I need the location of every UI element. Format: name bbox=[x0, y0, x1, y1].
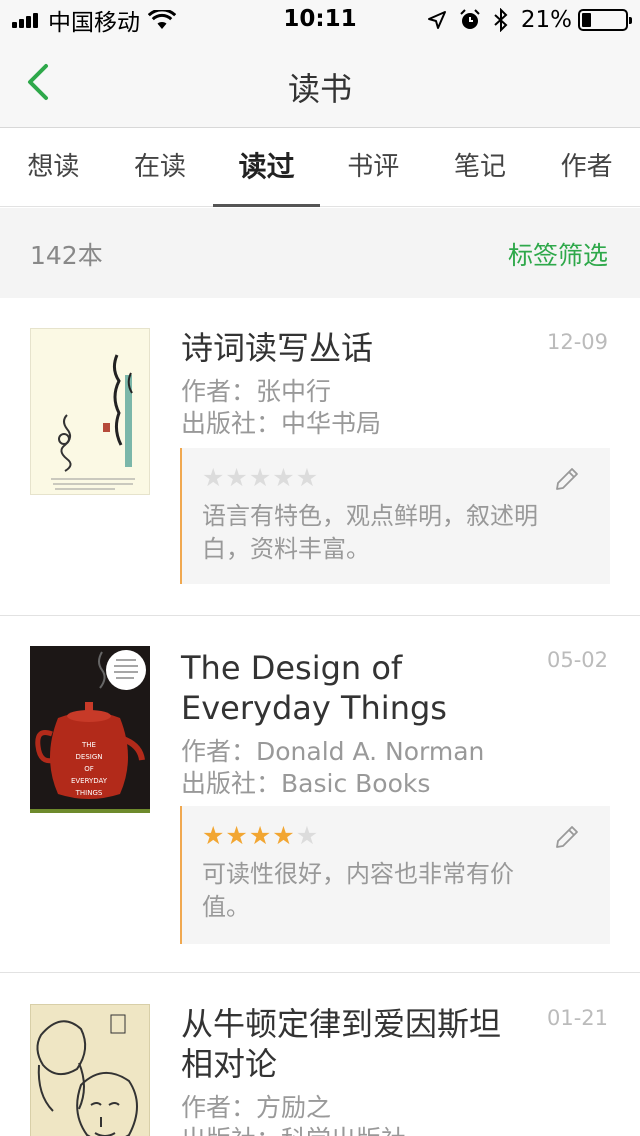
star-icon: ★ bbox=[225, 463, 248, 492]
read-date: 12-09 bbox=[546, 330, 608, 354]
book-count: 142本 bbox=[30, 241, 103, 270]
tab-want-to-read[interactable]: 想读 bbox=[0, 129, 107, 207]
location-arrow-icon bbox=[427, 11, 446, 29]
edit-pencil-icon[interactable] bbox=[554, 824, 580, 850]
review-text: 可读性很好，内容也非常有价值。 bbox=[202, 860, 514, 921]
tab-read[interactable]: 读过 bbox=[213, 129, 320, 207]
tab-authors[interactable]: 作者 bbox=[533, 129, 640, 207]
review-card[interactable]: ★ ★ ★ ★ ★ 语言有特色，观点鲜明，叙述明白，资料丰富。 bbox=[180, 448, 610, 584]
svg-text:OF: OF bbox=[84, 765, 94, 773]
book-author: 作者：张中行 bbox=[181, 377, 332, 406]
book-publisher: 出版社：科学出版社 bbox=[181, 1124, 406, 1136]
book-publisher: 出版社：Basic Books bbox=[181, 769, 431, 798]
svg-text:DESIGN: DESIGN bbox=[76, 753, 103, 761]
book-title: 从牛顿定律到爱因斯坦相对论 bbox=[181, 1005, 502, 1083]
book-item[interactable]: 从牛顿定律到爱因斯坦相对论 01-21 作者：方励之 出版社：科学出版社 bbox=[0, 974, 640, 1136]
page-title: 读书 bbox=[287, 70, 352, 108]
edit-pencil-icon[interactable] bbox=[554, 466, 580, 492]
battery-percent: 21% bbox=[520, 7, 572, 33]
book-item[interactable]: 诗词读写丛话 12-09 作者：张中行 出版社：中华书局 ★ ★ ★ ★ ★ 语… bbox=[0, 298, 640, 616]
read-date: 01-21 bbox=[546, 1006, 608, 1030]
star-icon: ★ bbox=[272, 463, 295, 492]
book-cover bbox=[30, 328, 150, 495]
review-text: 语言有特色，观点鲜明，叙述明白，资料丰富。 bbox=[202, 502, 538, 563]
star-icon: ★ bbox=[202, 463, 225, 492]
book-title: The Design of Everyday Things bbox=[181, 649, 447, 727]
tab-notes[interactable]: 笔记 bbox=[427, 129, 534, 207]
svg-text:THE: THE bbox=[81, 741, 96, 749]
star-icon: ★ bbox=[295, 463, 319, 492]
book-cover: THE DESIGN OF EVERYDAY THINGS bbox=[30, 646, 150, 813]
book-title: 诗词读写丛话 bbox=[181, 329, 374, 367]
star-icon: ★ bbox=[225, 821, 248, 850]
star-icon: ★ bbox=[248, 821, 272, 850]
alarm-icon bbox=[460, 9, 480, 29]
bluetooth-icon bbox=[494, 8, 508, 32]
svg-text:EVERYDAY: EVERYDAY bbox=[71, 777, 108, 785]
rating-stars: ★ ★ ★ ★ ★ bbox=[202, 822, 319, 850]
book-cover bbox=[30, 1004, 150, 1136]
svg-text:THINGS: THINGS bbox=[75, 789, 103, 797]
rating-stars: ★ ★ ★ ★ ★ bbox=[202, 464, 319, 492]
star-icon: ★ bbox=[295, 821, 319, 850]
star-icon: ★ bbox=[248, 463, 272, 492]
review-card[interactable]: ★ ★ ★ ★ ★ 可读性很好，内容也非常有价值。 bbox=[180, 806, 610, 944]
book-author: 作者：Donald A. Norman bbox=[181, 737, 485, 766]
summary-row: 142本 标签筛选 bbox=[0, 208, 640, 298]
tab-bar: 想读 在读 读过 书评 笔记 作者 bbox=[0, 129, 640, 207]
book-item[interactable]: THE DESIGN OF EVERYDAY THINGS The Design… bbox=[0, 616, 640, 973]
battery-icon bbox=[578, 9, 632, 31]
navigation-bar: 读书 bbox=[0, 40, 640, 128]
tab-reviews[interactable]: 书评 bbox=[320, 129, 427, 207]
read-date: 05-02 bbox=[546, 648, 608, 672]
book-publisher: 出版社：中华书局 bbox=[181, 409, 382, 438]
star-icon: ★ bbox=[272, 821, 295, 850]
tab-reading[interactable]: 在读 bbox=[107, 129, 214, 207]
book-author: 作者：方励之 bbox=[181, 1093, 332, 1122]
status-bar: 中国移动 10:11 21% bbox=[0, 0, 640, 40]
tag-filter-button[interactable]: 标签筛选 bbox=[508, 236, 608, 272]
star-icon: ★ bbox=[202, 821, 225, 850]
